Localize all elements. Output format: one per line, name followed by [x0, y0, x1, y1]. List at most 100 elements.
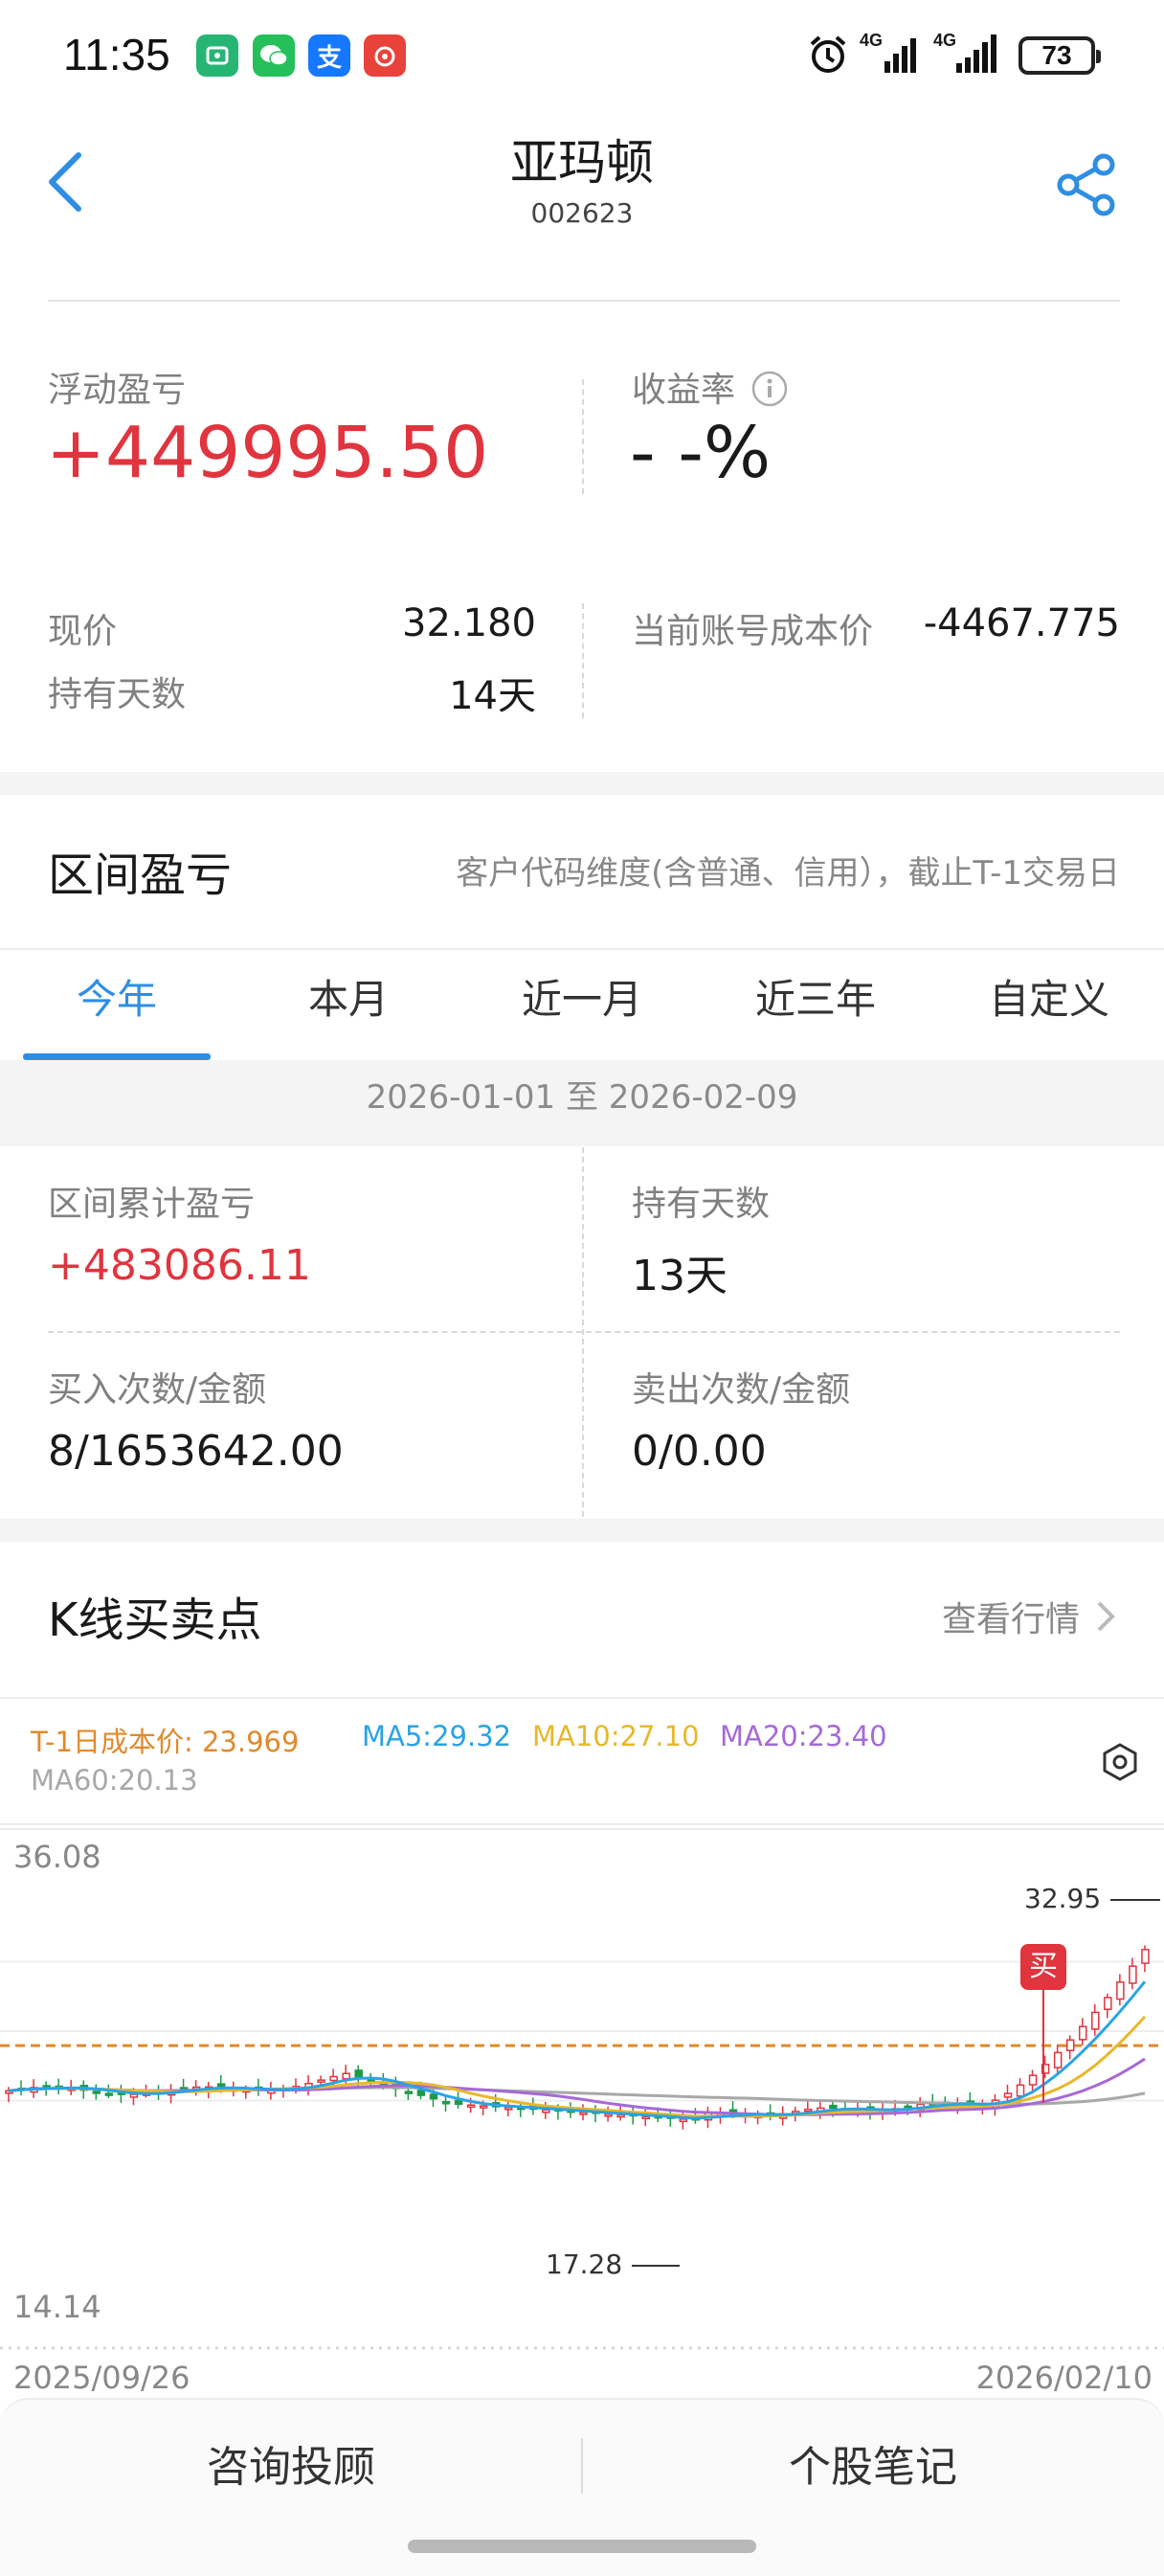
x-start-label: 2025/09/26 [13, 2360, 190, 2396]
candle-body [504, 2107, 513, 2111]
candle-body [416, 2090, 426, 2096]
view-quote-label: 查看行情 [941, 1600, 1080, 1639]
candle-body [404, 2090, 414, 2094]
buy-marker-label: 买 [1029, 1950, 1058, 1983]
share-icon [1057, 153, 1115, 216]
app-notification-icon [364, 34, 406, 77]
stock-notes-button[interactable]: 个股笔记 [586, 2432, 1160, 2494]
signal-icon: 4G [933, 31, 1002, 77]
stock-code: 002623 [530, 197, 634, 229]
info-icon[interactable] [750, 370, 789, 412]
legend-ma10: MA10:27.10 [532, 1720, 700, 1752]
candle-body [92, 2090, 101, 2094]
candle-body [104, 2092, 114, 2096]
alipay-glyph: 支 [316, 43, 342, 73]
kline-chart-svg [0, 1828, 1164, 2350]
candle-body [342, 2072, 350, 2080]
float-pl-value: +449995.50 [46, 412, 489, 494]
tab-this-year[interactable]: 今年 [21, 967, 213, 1026]
interval-hold-days-value: 13天 [632, 1252, 728, 1300]
section-gap [0, 772, 1164, 795]
candle-body [1053, 2051, 1063, 2068]
candle-body [329, 2075, 338, 2082]
interval-note: 客户代码维度(含普通、信用），截止T-1交易日 [456, 854, 1120, 893]
sell-label: 卖出次数/金额 [632, 1370, 851, 1410]
cum-pl-value: +483086.11 [48, 1241, 311, 1290]
tab-custom[interactable]: 自定义 [953, 967, 1145, 1026]
battery-indicator: 73 [1018, 36, 1101, 75]
candle-body [1091, 2011, 1100, 2030]
candle-body [579, 2112, 588, 2115]
candle-body [479, 2105, 488, 2109]
candle-body [1141, 1949, 1150, 1964]
legend-ma5: MA5:29.32 [362, 1720, 512, 1752]
kline-chart[interactable] [0, 1825, 1164, 2361]
sell-value: 0/0.00 [632, 1427, 767, 1476]
page-title: 亚玛顿 [510, 135, 654, 191]
active-tab-indicator [23, 1053, 211, 1060]
footer-divider [581, 2438, 583, 2494]
signal-icon: 4G [860, 31, 921, 77]
consult-advisor-button[interactable]: 咨询投顾 [4, 2432, 578, 2494]
low-price-label: 17.28 [546, 2248, 623, 2280]
alipay-icon: 支 [308, 34, 350, 77]
tab-last-three-years[interactable]: 近三年 [720, 967, 911, 1026]
section-gap [0, 1519, 1164, 1542]
buy-marker[interactable]: 买 [1020, 1944, 1066, 1990]
kline-header-divider [0, 1697, 1164, 1699]
candle-body [1065, 2039, 1075, 2052]
alarm-icon [806, 33, 850, 80]
app-notification-icon [196, 34, 238, 77]
interval-hold-days-label: 持有天数 [632, 1185, 771, 1224]
candle-body [1016, 2084, 1025, 2097]
cum-pl-label: 区间累计盈亏 [48, 1185, 256, 1224]
high-price-label: 32.95 [1024, 1883, 1102, 1914]
buy-value: 8/1653642.00 [48, 1427, 344, 1476]
candle-body [616, 2113, 625, 2118]
candle-body [441, 2101, 451, 2105]
price-value: 32.180 [402, 601, 536, 645]
header-divider [48, 300, 1120, 302]
candle-body [804, 2108, 813, 2113]
cost-label: 当前账号成本价 [632, 612, 874, 651]
tab-this-month[interactable]: 本月 [253, 967, 444, 1026]
chart-settings-button[interactable] [1099, 1741, 1141, 1787]
legend-ma20: MA20:23.40 [720, 1720, 887, 1752]
buy-label: 买入次数/金额 [48, 1370, 267, 1410]
settings-icon [1103, 1743, 1137, 1781]
interval-row-divider [48, 1331, 1120, 1333]
hold-days-label: 持有天数 [48, 675, 187, 714]
legend-ma60: MA60:20.13 [31, 1764, 198, 1796]
home-indicator[interactable] [408, 2540, 756, 2553]
interval-title: 区间盈亏 [48, 848, 233, 902]
return-label: 收益率 [632, 371, 736, 410]
candle-body [1116, 1981, 1125, 2000]
view-quote-link[interactable]: 查看行情 [942, 1590, 1120, 1643]
candle-body [679, 2118, 688, 2123]
date-range: 2026-01-01 至 2026-02-09 [366, 1078, 798, 1117]
price-label: 现价 [48, 612, 118, 651]
candle-body [542, 2109, 550, 2113]
cost-value: -4467.775 [923, 601, 1120, 645]
candle-body [1003, 2092, 1013, 2098]
summary-divider [582, 379, 584, 494]
status-time: 11:35 [63, 30, 170, 79]
wechat-icon [253, 34, 295, 77]
y-max-label: 36.08 [13, 1839, 101, 1875]
candle-body [454, 2099, 463, 2106]
candle-body [429, 2093, 438, 2100]
candle-body [1129, 1965, 1137, 1984]
candle-body [466, 2104, 476, 2108]
chevron-right-icon [1097, 1601, 1115, 1632]
candle-body [129, 2093, 139, 2098]
share-button[interactable] [1051, 149, 1122, 220]
candle-body [1104, 1997, 1112, 2010]
candle-body [1028, 2074, 1038, 2086]
kline-title: K线买卖点 [48, 1593, 262, 1647]
y-min-label: 14.14 [13, 2289, 101, 2325]
candle-body [1078, 2025, 1087, 2041]
tab-last-month[interactable]: 近一月 [486, 967, 678, 1026]
tabs-top-divider [0, 948, 1164, 950]
float-pl-label: 浮动盈亏 [48, 371, 187, 410]
hold-days-value: 14天 [449, 674, 536, 718]
